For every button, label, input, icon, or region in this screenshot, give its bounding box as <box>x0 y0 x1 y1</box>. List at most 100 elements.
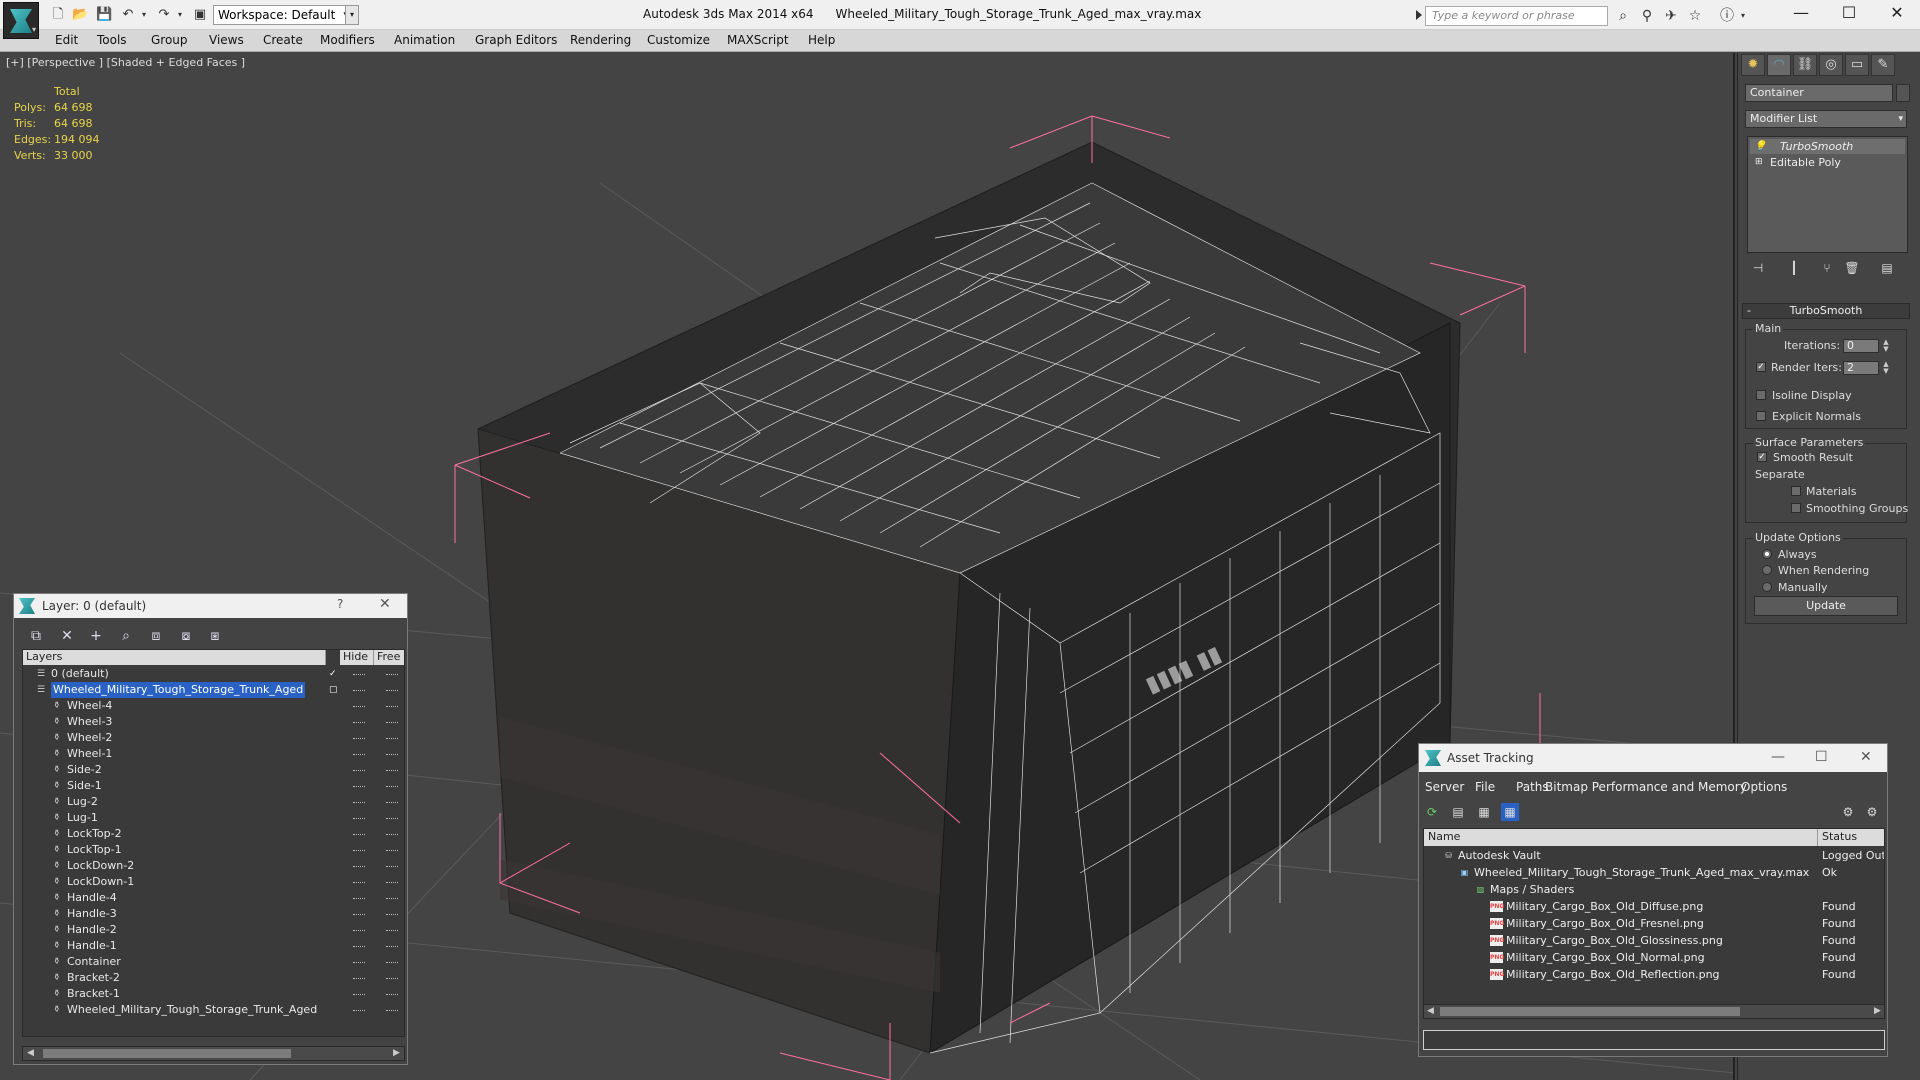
freeze-toggle[interactable] <box>386 946 398 947</box>
render-iters-checkbox[interactable]: ✓ <box>1756 362 1766 372</box>
menu-customize[interactable]: Customize <box>647 33 710 47</box>
delete-layer-icon[interactable]: ✕ <box>57 626 77 646</box>
modify-tab-icon[interactable]: ◠ <box>1767 54 1791 76</box>
column-header-status[interactable]: Status <box>1818 829 1884 846</box>
hide-toggle[interactable] <box>353 978 365 979</box>
hide-toggle[interactable] <box>353 882 365 883</box>
project-folder-icon[interactable]: ▣ <box>192 7 208 23</box>
layer-row[interactable]: ⚱ Wheel-3 <box>23 714 404 730</box>
layer-row[interactable]: ⚱ Handle-4 <box>23 890 404 906</box>
pin-stack-icon[interactable]: ⊣ <box>1749 260 1767 276</box>
workspace-dropdown[interactable]: Workspace: Default ▾ <box>213 5 351 25</box>
maximize-button[interactable]: ☐ <box>1826 0 1872 28</box>
menu-group[interactable]: Group <box>151 33 188 47</box>
asset-path-field[interactable] <box>1423 1030 1885 1050</box>
layer-row[interactable]: ⚱ Wheeled_Military_Tough_Storage_Trunk_Ag… <box>23 1002 404 1018</box>
list-view-icon[interactable]: ▤ <box>1449 803 1467 821</box>
column-header-layers[interactable]: Layers <box>23 650 326 665</box>
hide-toggle[interactable] <box>353 690 365 691</box>
scroll-right-icon[interactable]: ▶ <box>1874 1005 1881 1018</box>
thumbnail-view-icon[interactable]: ▦ <box>1475 803 1493 821</box>
create-new-layer-icon[interactable]: ⧉ <box>26 626 46 646</box>
current-layer-check-icon[interactable]: ✓ <box>329 669 339 679</box>
manually-radio[interactable] <box>1762 582 1772 592</box>
hide-toggle[interactable] <box>353 850 365 851</box>
layer-dialog-titlebar[interactable]: Layer: 0 (default) ? ✕ <box>14 594 407 618</box>
undo-dropdown-icon[interactable]: ▾ <box>136 7 152 23</box>
hide-toggle[interactable] <box>353 930 365 931</box>
menu-graph-editors[interactable]: Graph Editors <box>475 33 557 47</box>
asset-menu-file[interactable]: File <box>1475 780 1495 794</box>
hide-toggle[interactable] <box>353 946 365 947</box>
remove-modifier-icon[interactable]: 🗑 <box>1843 260 1861 276</box>
utilities-tab-icon[interactable]: ✎ <box>1871 54 1895 76</box>
hide-toggle[interactable] <box>353 770 365 771</box>
refresh-icon[interactable]: ⟳ <box>1423 803 1441 821</box>
scrollbar-thumb[interactable] <box>43 1049 291 1058</box>
smoothing-groups-checkbox[interactable] <box>1791 503 1801 513</box>
layer-row[interactable]: ⚱ LockDown-1 <box>23 874 404 890</box>
isoline-display-checkbox[interactable] <box>1756 390 1766 400</box>
spinner-arrows-icon[interactable]: ▲ ▼ <box>1881 339 1891 353</box>
scroll-left-icon[interactable]: ◀ <box>1427 1005 1434 1018</box>
menu-create[interactable]: Create <box>263 33 303 47</box>
app-logo-button[interactable]: ▾ <box>3 2 39 39</box>
freeze-toggle[interactable] <box>386 882 398 883</box>
subscription-icon[interactable]: ⚲ <box>1638 7 1656 25</box>
new-file-icon[interactable]: 🗋 <box>50 7 66 23</box>
hide-toggle[interactable] <box>353 962 365 963</box>
freeze-toggle[interactable] <box>386 914 398 915</box>
show-end-result-icon[interactable]: ┃ <box>1785 260 1803 276</box>
hide-toggle[interactable] <box>353 706 365 707</box>
asset-row[interactable]: ▨ Maps / Shaders <box>1424 881 1884 898</box>
smooth-result-checkbox[interactable]: ✓ <box>1757 452 1767 462</box>
layer-row[interactable]: ⚱ Container <box>23 954 404 970</box>
freeze-toggle[interactable] <box>386 898 398 899</box>
scrollbar-thumb[interactable] <box>1440 1007 1740 1016</box>
menu-edit[interactable]: Edit <box>55 33 78 47</box>
freeze-toggle[interactable] <box>386 706 398 707</box>
vault-settings-icon[interactable]: ⚙ <box>1863 803 1881 821</box>
freeze-toggle[interactable] <box>386 754 398 755</box>
render-iters-spinner[interactable]: 2 <box>1843 361 1879 375</box>
viewport-label-menu[interactable]: [+] [Perspective ] [Shaded + Edged Faces… <box>6 56 245 69</box>
redo-dropdown-icon[interactable]: ▾ <box>172 7 188 23</box>
close-icon[interactable]: ✕ <box>379 596 391 612</box>
menu-maxscript[interactable]: MAXScript <box>727 33 789 47</box>
hide-toggle[interactable] <box>353 898 365 899</box>
spinner-arrows-icon[interactable]: ▲ ▼ <box>1881 361 1891 375</box>
add-to-layer-icon[interactable]: + <box>86 626 106 646</box>
layer-row[interactable]: ⚱ LockDown-2 <box>23 858 404 874</box>
search-input[interactable]: Type a keyword or phrase <box>1425 6 1608 26</box>
redo-icon[interactable]: ↷ <box>156 7 172 23</box>
materials-checkbox[interactable] <box>1791 486 1801 496</box>
lightbulb-icon[interactable]: 💡 <box>1754 139 1766 154</box>
layer-row[interactable]: ⚱ Handle-1 <box>23 938 404 954</box>
layer-row[interactable]: ☰ Wheeled_Military_Tough_Storage_Trunk_Ag… <box>23 682 404 698</box>
stack-item-editable-poly[interactable]: ⊞ Editable Poly <box>1750 155 1905 170</box>
asset-row[interactable]: ⛁ Autodesk Vault Logged Out <box>1424 847 1884 864</box>
layer-row[interactable]: ⚱ Handle-3 <box>23 906 404 922</box>
hide-toggle[interactable] <box>353 738 365 739</box>
display-tab-icon[interactable]: ▭ <box>1845 54 1869 76</box>
help-dropdown-icon[interactable]: ▾ <box>1734 7 1752 25</box>
layer-row[interactable]: ⚱ Wheel-1 <box>23 746 404 762</box>
hide-toggle[interactable] <box>353 818 365 819</box>
search-expand-icon[interactable] <box>1416 10 1422 20</box>
crate-model[interactable]: ▮▮▮▮ ▮▮ <box>477 141 1461 1054</box>
hide-toggle[interactable] <box>353 722 365 723</box>
select-objects-in-layer-icon[interactable]: ⌕ <box>116 626 136 646</box>
workspace-menu-button[interactable]: ▾ <box>345 5 359 25</box>
layer-row[interactable]: ⚱ LockTop-1 <box>23 842 404 858</box>
column-header-hide[interactable]: Hide <box>340 650 374 665</box>
layer-row[interactable]: ☰ 0 (default) ✓ <box>23 666 404 682</box>
freeze-toggle[interactable] <box>386 850 398 851</box>
asset-horizontal-scrollbar[interactable]: ◀ ▶ <box>1423 1004 1885 1019</box>
asset-row[interactable]: ▣ Wheeled_Military_Tough_Storage_Trunk_Ag… <box>1424 864 1884 881</box>
asset-menu-bitmap-performance[interactable]: Bitmap Performance and Memory <box>1545 780 1747 794</box>
update-button[interactable]: Update <box>1754 596 1898 616</box>
minimize-icon[interactable]: — <box>1771 749 1785 765</box>
menu-rendering[interactable]: Rendering <box>570 33 631 47</box>
make-unique-icon[interactable]: ⑂ <box>1818 260 1836 276</box>
layer-row[interactable]: ⚱ Side-2 <box>23 762 404 778</box>
